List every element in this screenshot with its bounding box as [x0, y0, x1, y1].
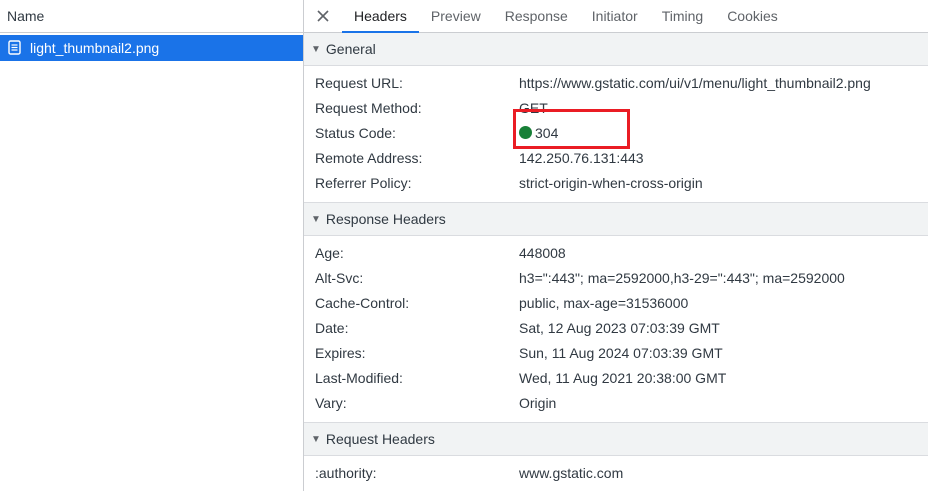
header-key: Request Method: — [315, 99, 422, 116]
document-icon — [8, 40, 22, 56]
header-key: Vary: — [315, 394, 347, 411]
tab-cookies[interactable]: Cookies — [715, 0, 790, 32]
response-headers-section-body: Age: 448008 Alt-Svc: h3=":443"; ma=25920… — [304, 236, 928, 422]
header-row: Vary: Origin — [304, 390, 928, 415]
tab-headers-label: Headers — [354, 8, 407, 24]
tab-cookies-label: Cookies — [727, 8, 778, 24]
header-value: GET — [519, 99, 548, 116]
header-row: Last-Modified: Wed, 11 Aug 2021 20:38:00… — [304, 365, 928, 390]
response-headers-section-title: Response Headers — [325, 211, 446, 227]
header-key: Cache-Control: — [315, 294, 410, 311]
tab-initiator-label: Initiator — [591, 8, 638, 24]
tab-preview-label: Preview — [430, 8, 481, 24]
header-row: Date: Sat, 12 Aug 2023 07:03:39 GMT — [304, 315, 928, 340]
header-value: Sat, 12 Aug 2023 07:03:39 GMT — [519, 319, 720, 336]
name-column-label: Name — [7, 8, 45, 24]
header-value: www.gstatic.com — [519, 464, 624, 481]
header-value: https://www.gstatic.com/ui/v1/menu/light… — [519, 74, 871, 91]
header-row: Expires: Sun, 11 Aug 2024 07:03:39 GMT — [304, 340, 928, 365]
header-key: Date: — [315, 319, 349, 336]
tab-initiator[interactable]: Initiator — [580, 0, 650, 32]
header-key: Request URL: — [315, 74, 403, 91]
header-key: Last-Modified: — [315, 369, 403, 386]
header-row: Alt-Svc: h3=":443"; ma=2592000,h3-29=":4… — [304, 265, 928, 290]
caret-down-icon: ▼ — [311, 433, 321, 445]
status-ok-dot-icon — [519, 125, 532, 139]
header-key: Alt-Svc: — [315, 269, 364, 286]
header-row: Referrer Policy: strict-origin-when-cros… — [304, 170, 928, 195]
tab-headers[interactable]: Headers — [342, 0, 419, 33]
header-row: :authority: www.gstatic.com — [304, 460, 928, 485]
details-tab-bar: Headers Preview Response Initiator Timin… — [304, 0, 928, 33]
header-key: Referrer Policy: — [315, 174, 412, 191]
tab-response-label: Response — [504, 8, 568, 24]
request-headers-section-header[interactable]: ▼ Request Headers — [304, 422, 928, 456]
header-key: Remote Address: — [315, 149, 423, 166]
name-column-header[interactable]: Name — [0, 0, 303, 33]
caret-down-icon: ▼ — [311, 213, 321, 225]
header-value: h3=":443"; ma=2592000,h3-29=":443"; ma=2… — [519, 269, 845, 286]
request-list-pane: Name light_thumbnail2.png — [0, 0, 304, 491]
tab-timing[interactable]: Timing — [650, 0, 716, 32]
header-value: 142.250.76.131:443 — [519, 149, 644, 166]
tab-preview[interactable]: Preview — [419, 0, 493, 32]
request-headers-section-body: :authority: www.gstatic.com — [304, 456, 928, 492]
header-value: strict-origin-when-cross-origin — [519, 174, 703, 191]
request-row-light-thumbnail[interactable]: light_thumbnail2.png — [0, 35, 303, 61]
close-icon[interactable] — [304, 0, 342, 32]
header-row: Cache-Control: public, max-age=31536000 — [304, 290, 928, 315]
header-value: public, max-age=31536000 — [519, 294, 689, 311]
details-pane: Headers Preview Response Initiator Timin… — [304, 0, 928, 491]
response-headers-section-header[interactable]: ▼ Response Headers — [304, 202, 928, 236]
header-key: :authority: — [315, 464, 377, 481]
header-key: Age: — [315, 244, 344, 261]
tab-timing-label: Timing — [661, 8, 704, 24]
header-key: Status Code: — [315, 124, 396, 141]
header-value: Origin — [519, 394, 557, 411]
header-row: Remote Address: 142.250.76.131:443 — [304, 145, 928, 170]
header-row: Request Method: GET — [304, 95, 928, 120]
request-headers-section-title: Request Headers — [325, 431, 435, 447]
general-section-body: Request URL: https://www.gstatic.com/ui/… — [304, 66, 928, 202]
header-value: Sun, 11 Aug 2024 07:03:39 GMT — [519, 344, 723, 361]
header-row: Age: 448008 — [304, 240, 928, 265]
request-name: light_thumbnail2.png — [30, 40, 160, 56]
status-code: 304 — [535, 124, 559, 141]
header-value: 448008 — [519, 244, 566, 261]
header-key: Expires: — [315, 344, 366, 361]
tab-response[interactable]: Response — [493, 0, 580, 32]
general-section-title: General — [325, 41, 376, 57]
header-row: Request URL: https://www.gstatic.com/ui/… — [304, 70, 928, 95]
header-row-status: Status Code: 304 — [304, 120, 928, 145]
status-value: 304 — [519, 125, 558, 141]
caret-down-icon: ▼ — [311, 43, 321, 55]
header-value: Wed, 11 Aug 2021 20:38:00 GMT — [519, 369, 727, 386]
general-section-header[interactable]: ▼ General — [304, 33, 928, 66]
